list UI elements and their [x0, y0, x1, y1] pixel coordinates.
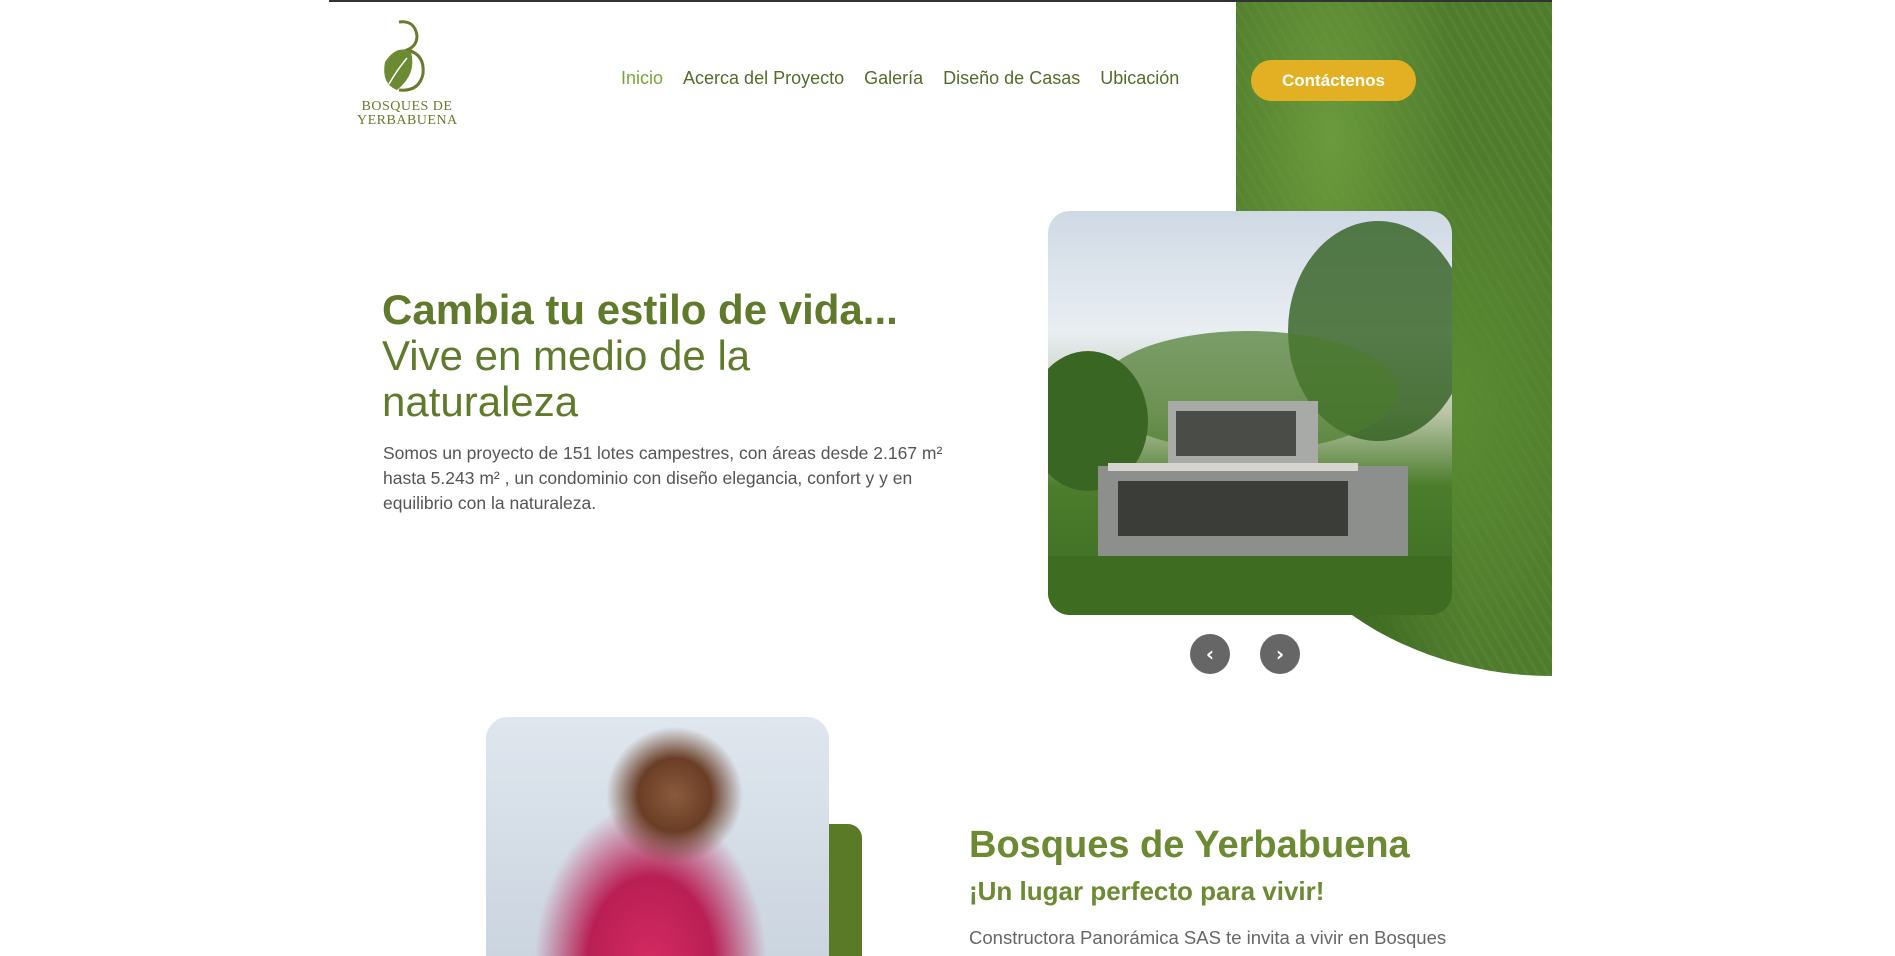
- nav-item-ubicacion[interactable]: Ubicación: [1100, 68, 1179, 89]
- contact-button[interactable]: Contáctenos: [1251, 60, 1416, 101]
- nav-item-acerca[interactable]: Acerca del Proyecto: [683, 68, 844, 89]
- hero-title: Cambia tu estilo de vida... Vive en medi…: [382, 287, 942, 425]
- hero-description: Somos un proyecto de 151 lotes campestre…: [383, 443, 943, 513]
- leaf-b-logo-icon: [384, 20, 425, 92]
- section-text: Constructora Panorámica SAS te invita a …: [969, 927, 1447, 948]
- main-nav: Inicio Acerca del Proyecto Galería Diseñ…: [621, 68, 1179, 89]
- page: BOSQUES DE YERBABUENA Inicio Acerca del …: [329, 0, 1552, 956]
- hero-title-bold: Cambia tu estilo de vida...: [382, 286, 898, 333]
- carousel-next-button[interactable]: ›: [1260, 634, 1300, 674]
- nav-item-galeria[interactable]: Galería: [864, 68, 923, 89]
- woman-with-keys-image: [486, 717, 829, 956]
- chevron-left-icon: ‹: [1205, 642, 1215, 666]
- decorative-green-bar: [829, 824, 862, 956]
- logo-text-line1: BOSQUES DE: [361, 99, 453, 114]
- chevron-right-icon: ›: [1275, 642, 1285, 666]
- brand-logo[interactable]: BOSQUES DE YERBABUENA: [357, 18, 457, 128]
- carousel-prev-button[interactable]: ‹: [1190, 634, 1230, 674]
- section-title: Bosques de Yerbabuena: [969, 824, 1410, 866]
- logo-text-line2: YERBABUENA: [357, 113, 458, 128]
- nav-item-inicio[interactable]: Inicio: [621, 68, 663, 89]
- hero-title-rest: Vive en medio de la naturaleza: [382, 332, 751, 425]
- hero-house-image: [1048, 211, 1452, 615]
- section-subtitle: ¡Un lugar perfecto para vivir!: [969, 876, 1325, 906]
- nav-item-diseno[interactable]: Diseño de Casas: [943, 68, 1080, 89]
